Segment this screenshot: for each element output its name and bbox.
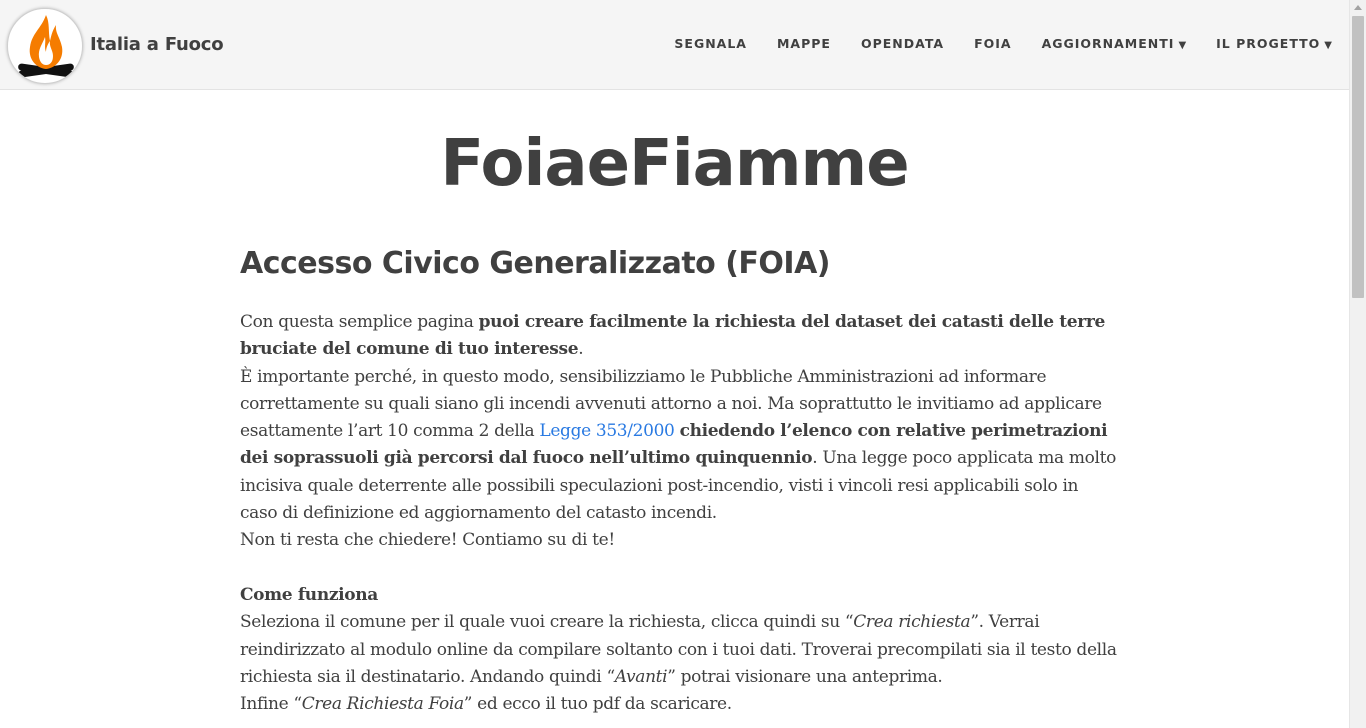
scrollbar-thumb[interactable] xyxy=(1352,16,1364,298)
scroll-up-arrow-icon[interactable] xyxy=(1354,5,1362,10)
italic-text: Crea Richiesta Foia xyxy=(301,694,464,715)
text-span: . xyxy=(578,339,584,360)
intro-paragraph-2: È importante perché, in questo modo, sen… xyxy=(240,364,1120,528)
nav-item-opendata[interactable]: OPENDATA xyxy=(861,36,944,54)
text-span: ” ed ecco il tuo pdf da scaricare. xyxy=(463,694,732,715)
nav-label: AGGIORNAMENTI xyxy=(1041,36,1175,51)
italic-text: Crea richiesta xyxy=(853,612,971,633)
nav-item-il-progetto[interactable]: IL PROGETTO ▼ xyxy=(1216,36,1332,54)
flame-logo-icon[interactable] xyxy=(7,8,83,84)
section-heading: Accesso Civico Generalizzato (FOIA) xyxy=(240,246,831,281)
caret-down-icon: ▼ xyxy=(1178,40,1187,51)
nav-label: FOIA xyxy=(974,36,1012,51)
text-span: Infine “ xyxy=(240,694,302,715)
nav-label: MAPPE xyxy=(776,36,831,51)
how-paragraph-2: Infine “Crea Richiesta Foia” ed ecco il … xyxy=(240,691,1120,718)
main-nav: SEGNALA MAPPE OPENDATA FOIA AGGIORNAMENT… xyxy=(644,36,1332,54)
nav-item-segnala[interactable]: SEGNALA xyxy=(674,36,747,54)
text-span: Con questa semplice pagina xyxy=(240,312,479,332)
nav-label: SEGNALA xyxy=(674,36,747,51)
text-span: ” potrai visionare una anteprima. xyxy=(667,666,943,687)
intro-paragraph-1: Con questa semplice pagina puoi creare f… xyxy=(240,309,1120,364)
nav-label: IL PROGETTO xyxy=(1216,36,1321,51)
text-span: Seleziona il comune per il quale vuoi cr… xyxy=(240,612,854,633)
italic-text: Avanti xyxy=(614,666,668,687)
vertical-scrollbar[interactable] xyxy=(1349,0,1366,728)
how-heading: Come funziona xyxy=(240,582,1120,609)
nav-label: OPENDATA xyxy=(860,36,945,51)
page-title: FoiaeFiamme xyxy=(440,127,909,201)
how-paragraph-1: Seleziona il comune per il quale vuoi cr… xyxy=(240,609,1120,691)
nav-item-aggiornamenti[interactable]: AGGIORNAMENTI ▼ xyxy=(1042,36,1187,54)
top-navbar: Italia a Fuoco SEGNALA MAPPE OPENDATA FO… xyxy=(0,0,1349,90)
intro-paragraph-3: Non ti resta che chiedere! Contiamo su d… xyxy=(240,530,615,551)
site-brand-name[interactable]: Italia a Fuoco xyxy=(90,33,224,57)
how-it-works: Come funziona Seleziona il comune per il… xyxy=(240,582,1120,718)
bold-text: Come funziona xyxy=(240,585,378,605)
nav-item-foia[interactable]: FOIA xyxy=(974,36,1012,54)
intro-text: Con questa semplice pagina puoi creare f… xyxy=(240,309,1120,555)
caret-down-icon: ▼ xyxy=(1324,40,1332,51)
nav-item-mappe[interactable]: MAPPE xyxy=(777,36,831,54)
legge-353-link[interactable]: Legge 353/2000 xyxy=(539,421,674,441)
